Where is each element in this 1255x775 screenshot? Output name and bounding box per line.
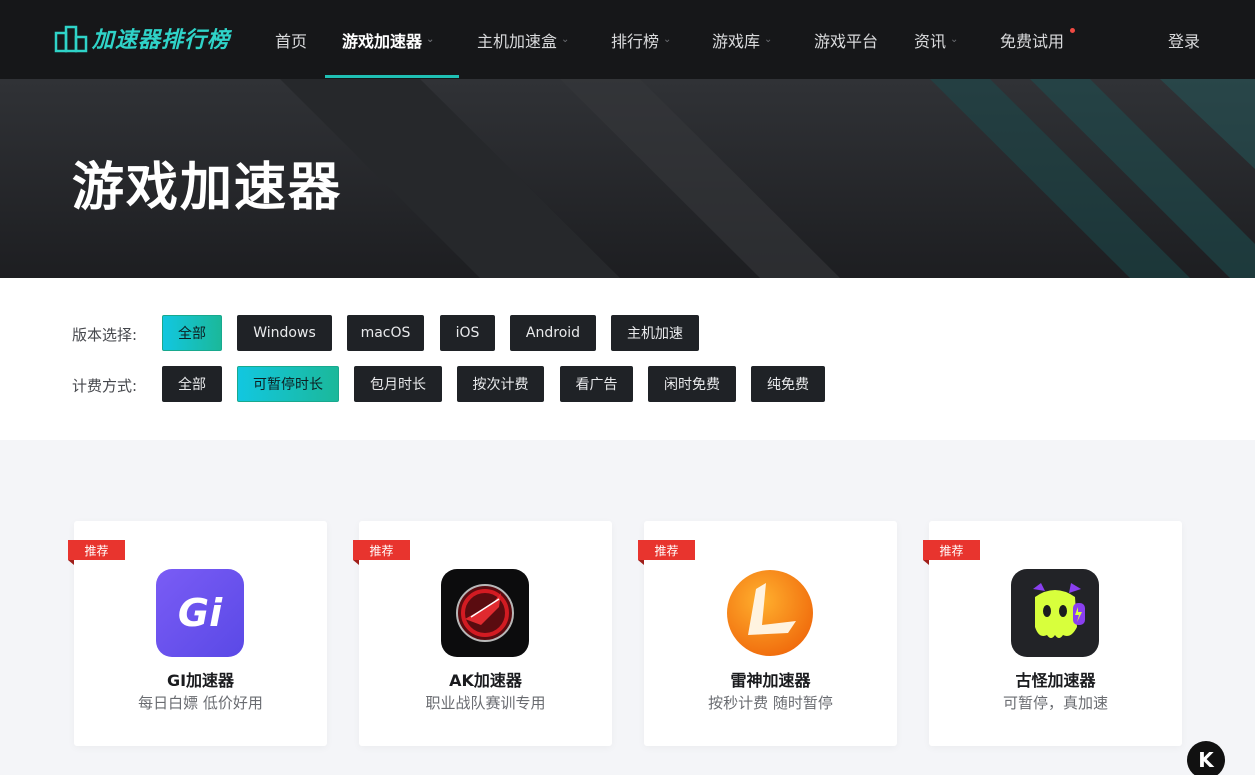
badge-fold [923,560,929,565]
billing-filter-ads[interactable]: 看广告 [560,366,633,402]
recommend-badge: 推荐 [68,540,125,560]
nav-game-platform[interactable]: 游戏平台 [814,0,878,79]
nav-free-trial-label: 免费试用 [1000,31,1065,51]
nav-game-accelerator-label: 游戏加速器 [342,31,423,51]
guguai-logo-icon [1011,569,1099,657]
gi-logo-icon: Gi [156,569,244,657]
floating-k-label: K [1198,748,1214,772]
card-title: AK加速器 [449,671,522,690]
card-description: 每日白嫖 低价好用 [138,694,263,712]
nav-ranking-label: 排行榜 [611,31,660,51]
billing-filter-idle-free[interactable]: 闲时免费 [648,366,736,402]
badge-fold [638,560,644,565]
chevron-down-icon: ⌄ [764,34,773,45]
nav-game-library[interactable]: 游戏库 ⌄ [712,0,772,79]
chevron-down-icon: ⌄ [950,34,959,45]
active-tab-underline [325,75,459,78]
version-filter-console[interactable]: 主机加速 [611,315,699,351]
chevron-down-icon: ⌄ [663,34,672,45]
card-description: 职业战队赛训专用 [425,694,546,712]
accelerator-card[interactable]: 推荐 古怪加速器 可暂停，真加速 [923,521,1182,746]
nav-game-library-label: 游戏库 [712,31,761,51]
filter-panel: 版本选择: 全部 Windows macOS iOS Android 主机加速 … [0,278,1255,440]
accelerator-card[interactable]: 推荐 AK加速器 职业战队赛训专用 [353,521,612,746]
card-title: 古怪加速器 [1015,671,1096,690]
chevron-down-icon: ⌄ [561,34,570,45]
billing-filter-all[interactable]: 全部 [162,366,222,402]
chevron-down-icon: ⌄ [426,34,435,45]
page-title: 游戏加速器 [72,158,343,218]
version-filter-ios[interactable]: iOS [440,315,495,351]
badge-fold [68,560,74,565]
login-button[interactable]: 登录 [1168,0,1200,79]
version-filter-windows[interactable]: Windows [237,315,332,351]
top-nav: 加速器排行榜 首页 游戏加速器 ⌄ 主机加速盒 ⌄ 排行榜 ⌄ 游戏库 ⌄ 游戏平台 资… [0,0,1255,79]
card-description: 可暂停，真加速 [1002,694,1108,712]
floating-k-button[interactable]: K [1187,741,1225,775]
nav-game-platform-label: 游戏平台 [814,31,879,51]
nav-news[interactable]: 资讯 ⌄ [914,0,958,79]
nav-home[interactable]: 首页 [275,0,307,79]
card-title: 雷神加速器 [730,671,811,690]
badge-fold [353,560,359,565]
hero-banner: 游戏加速器 [0,79,1255,278]
recommend-badge: 推荐 [353,540,410,560]
nav-free-trial[interactable]: 免费试用 [1000,0,1064,79]
card-title: GI加速器 [166,671,235,690]
logo-text: 加速器排行榜 [92,28,231,53]
billing-filter-label: 计费方式: [72,377,138,395]
login-label: 登录 [1168,31,1201,51]
nav-home-label: 首页 [275,31,308,51]
nav-game-accelerator[interactable]: 游戏加速器 ⌄ [342,0,434,79]
billing-filter-pausable[interactable]: 可暂停时长 [237,366,339,402]
version-filter-all[interactable]: 全部 [162,315,222,351]
logo-icon [54,23,88,53]
version-filter-macos[interactable]: macOS [347,315,424,351]
recommend-badge: 推荐 [923,540,980,560]
billing-filter-free[interactable]: 纯免费 [751,366,825,402]
nav-console-box[interactable]: 主机加速盒 ⌄ [477,0,569,79]
billing-filter-per-use[interactable]: 按次计费 [457,366,544,402]
leishen-logo-icon [726,569,814,657]
nav-console-box-label: 主机加速盒 [477,31,558,51]
ak-logo-icon [441,569,529,657]
recommend-badge: 推荐 [638,540,695,560]
accelerator-card[interactable]: 推荐 雷神加速器 按秒计费 随时暂停 [638,521,897,746]
notification-dot [1070,28,1075,33]
card-description: 按秒计费 随时暂停 [708,694,833,712]
site-logo[interactable]: 加速器排行榜 [54,22,230,54]
accelerator-card[interactable]: 推荐 Gi GI加速器 每日白嫖 低价好用 [68,521,327,746]
version-filter-android[interactable]: Android [510,315,596,351]
version-filter-label: 版本选择: [72,326,138,344]
gi-logo-text: Gi [177,591,223,635]
billing-filter-monthly[interactable]: 包月时长 [354,366,442,402]
nav-news-label: 资讯 [914,31,947,51]
nav-ranking[interactable]: 排行榜 ⌄ [611,0,671,79]
